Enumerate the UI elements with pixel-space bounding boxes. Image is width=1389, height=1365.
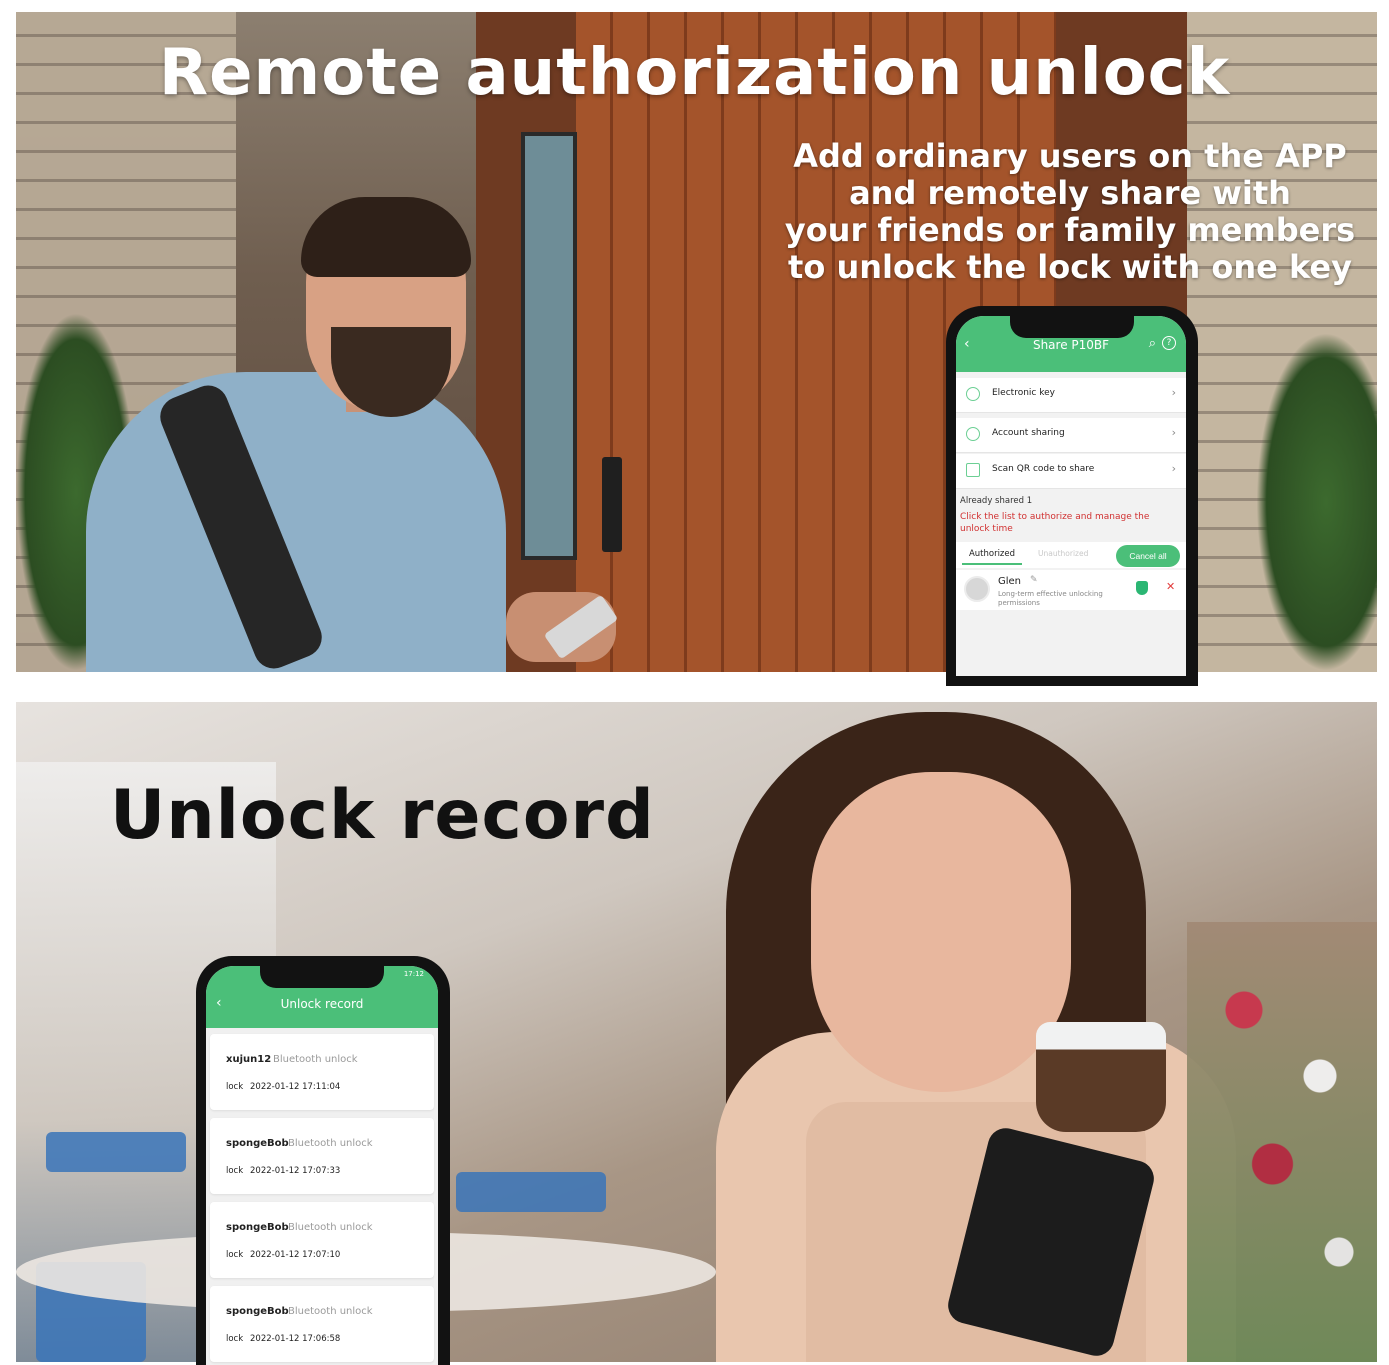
record-time: 2022-01-12 17:07:10	[250, 1250, 341, 1260]
menu-scan-qr-label: Scan QR code to share	[992, 464, 1095, 474]
cancel-all-button[interactable]: Cancel all	[1116, 545, 1180, 567]
record-time: 2022-01-12 17:07:33	[250, 1166, 341, 1176]
shared-user-permission: Long-term effective unlocking permission…	[998, 590, 1103, 607]
key-icon	[966, 387, 980, 401]
subtitle-line-1: Add ordinary users on the APP	[793, 137, 1347, 175]
avatar	[964, 576, 990, 602]
share-phone-mockup: ‹ Share P10BF ⌕ ? Electronic key › Accou…	[946, 306, 1198, 686]
already-shared-count: Already shared 1	[960, 496, 1033, 506]
share-screen: ‹ Share P10BF ⌕ ? Electronic key › Accou…	[956, 316, 1186, 676]
record-type: lock	[226, 1082, 244, 1092]
record-method: Bluetooth unlock	[273, 1054, 358, 1065]
menu-electronic-key-label: Electronic key	[992, 388, 1055, 398]
unlock-record-item[interactable]: spongeBob Bluetooth unlock lock 2022-01-…	[210, 1202, 434, 1278]
record-method: Bluetooth unlock	[288, 1138, 373, 1149]
chevron-right-icon: ›	[1171, 426, 1176, 439]
menu-electronic-key[interactable]: Electronic key ›	[956, 378, 1186, 413]
man-hair	[301, 197, 471, 277]
record-time: 2022-01-12 17:11:04	[250, 1082, 341, 1092]
chevron-right-icon: ›	[1171, 462, 1176, 475]
search-icon[interactable]: ⌕	[1149, 336, 1156, 351]
record-user: spongeBob	[226, 1306, 289, 1317]
help-icon[interactable]: ?	[1162, 336, 1176, 350]
authorize-hint: Click the list to authorize and manage t…	[960, 512, 1150, 534]
record-method: Bluetooth unlock	[288, 1306, 373, 1317]
record-user: spongeBob	[226, 1138, 289, 1149]
plant-right	[1256, 332, 1377, 672]
record-type: lock	[226, 1334, 244, 1344]
flowers	[1187, 922, 1377, 1362]
unlock-record-item[interactable]: spongeBob Bluetooth unlock lock 2022-01-…	[210, 1118, 434, 1194]
unlock-record-screen: 17:12 ‹ Unlock record xujun12 Bluetooth …	[206, 966, 438, 1365]
unlock-record-item[interactable]: xujun12 Bluetooth unlock lock 2022-01-12…	[210, 1034, 434, 1110]
cafe-chair	[456, 1172, 606, 1212]
chevron-right-icon: ›	[1171, 386, 1176, 399]
status-time: 17:12	[403, 970, 424, 978]
unlock-record-header-title: Unlock record	[280, 997, 364, 1011]
record-user: xujun12	[226, 1054, 272, 1065]
coffee-cup	[1036, 1022, 1166, 1132]
phone-notch	[1010, 316, 1134, 338]
woman-photo	[606, 702, 1246, 1362]
subtitle-line-4: to unlock the lock with one key	[788, 248, 1352, 286]
record-type: lock	[226, 1250, 244, 1260]
record-time: 2022-01-12 17:06:58	[250, 1334, 341, 1344]
record-type: lock	[226, 1166, 244, 1176]
record-user: spongeBob	[226, 1222, 289, 1233]
menu-account-sharing[interactable]: Account sharing ›	[956, 418, 1186, 453]
remote-authorization-title: Remote authorization unlock	[158, 36, 1231, 110]
edit-icon[interactable]: ✎	[1030, 575, 1038, 585]
qr-scan-icon	[966, 463, 980, 477]
woman-face	[811, 772, 1071, 1092]
shared-user-row[interactable]: Glen ✎ Long-term effective unlocking per…	[956, 570, 1186, 610]
menu-account-sharing-label: Account sharing	[992, 428, 1065, 438]
shared-user-name: Glen	[998, 576, 1022, 587]
menu-scan-qr[interactable]: Scan QR code to share ›	[956, 454, 1186, 489]
subtitle-line-2: and remotely share with	[849, 174, 1291, 212]
share-tabs: Authorized Unauthorized Cancel all	[956, 542, 1186, 568]
unlock-record-phone-mockup: 17:12 ‹ Unlock record xujun12 Bluetooth …	[196, 956, 450, 1365]
tab-unauthorized[interactable]: Unauthorized	[1038, 549, 1088, 558]
cafe-chair	[46, 1132, 186, 1172]
user-icon	[966, 427, 980, 441]
phone-notch	[260, 966, 384, 988]
man-photo	[46, 192, 626, 672]
record-method: Bluetooth unlock	[288, 1222, 373, 1233]
unlock-record-item[interactable]: spongeBob Bluetooth unlock lock 2022-01-…	[210, 1286, 434, 1362]
tab-authorized[interactable]: Authorized	[962, 549, 1022, 565]
close-icon[interactable]: ✕	[1166, 580, 1175, 593]
shield-icon	[1136, 581, 1148, 595]
remote-authorization-subtitle: Add ordinary users on the APP and remote…	[780, 138, 1360, 286]
subtitle-line-3: your friends or family members	[784, 211, 1356, 249]
unlock-record-title: Unlock record	[110, 776, 655, 855]
